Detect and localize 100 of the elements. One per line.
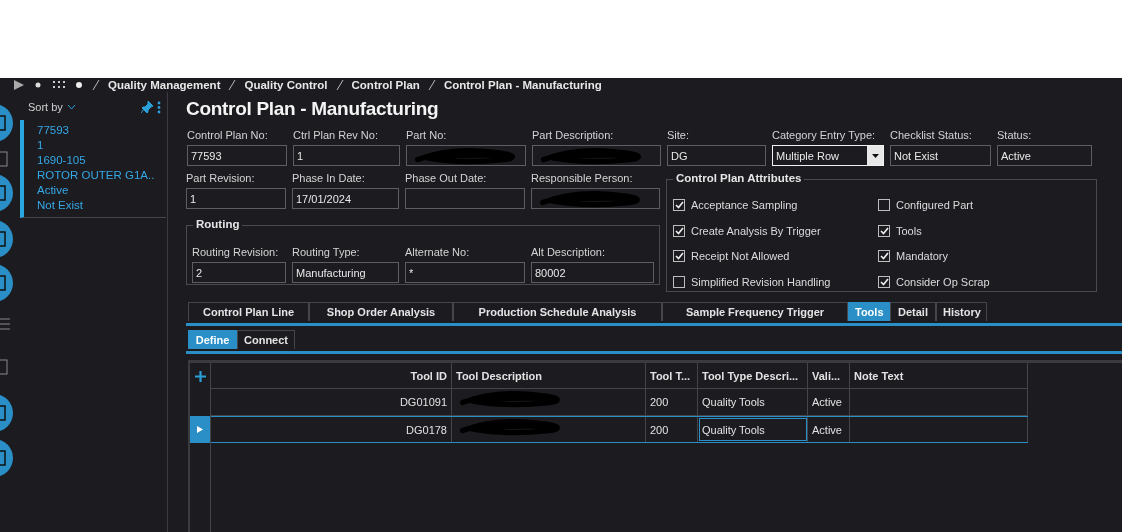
checkbox-label: Mandatory: [896, 250, 948, 262]
column-header[interactable]: Vali...: [808, 363, 850, 388]
field-label: Category Entry Type:: [772, 129, 877, 142]
input-field[interactable]: *: [405, 262, 525, 283]
field-label: Control Plan No:: [187, 129, 269, 142]
checkbox[interactable]: [673, 275, 685, 288]
field-label: Phase In Date:: [292, 172, 366, 185]
input-field[interactable]: 77593: [187, 145, 287, 166]
table-cell: DG0178: [211, 417, 452, 442]
field-label: Responsible Person:: [531, 172, 634, 185]
input-field[interactable]: 17/01/2024: [292, 188, 399, 209]
checkbox-label: Simplified Revision Handling: [691, 275, 831, 288]
checkbox[interactable]: [673, 250, 685, 262]
input-field[interactable]: 80002: [531, 262, 654, 283]
dropdown[interactable]: Multiple Row: [772, 145, 884, 166]
tab[interactable]: Control Plan Line: [188, 302, 309, 321]
column-header[interactable]: Tool T...: [646, 363, 698, 388]
breadcrumb-link[interactable]: Quality Management: [108, 79, 221, 91]
checkbox[interactable]: [673, 224, 685, 237]
record-field: 1690-105: [37, 153, 166, 168]
field-label: Ctrl Plan Rev No:: [293, 129, 379, 142]
separator-icon: [92, 79, 100, 91]
checkbox-label: Acceptance Sampling: [691, 199, 798, 211]
field-label: Status:: [997, 129, 1033, 142]
tab[interactable]: Define: [188, 330, 237, 349]
field-label: Routing Revision:: [192, 246, 280, 259]
checkbox[interactable]: [878, 224, 890, 237]
field-label: Alt Description:: [531, 246, 606, 259]
field-label: Site:: [667, 129, 690, 142]
input-field[interactable]: [531, 188, 660, 209]
group-title: Routing: [193, 218, 243, 230]
field-label: Part No:: [406, 129, 448, 142]
field-label: Part Description:: [532, 129, 615, 142]
tab[interactable]: Shop Order Analysis: [309, 302, 453, 321]
record-field: ROTOR OUTER G1A..: [37, 168, 166, 183]
input-field[interactable]: Active: [997, 145, 1092, 166]
dot-icon[interactable]: [74, 81, 84, 89]
record-field: Not Exist: [37, 198, 166, 213]
tab[interactable]: Connect: [237, 330, 295, 349]
column-header[interactable]: Note Text: [850, 363, 1028, 388]
tab[interactable]: History: [936, 302, 987, 321]
separator-icon: [228, 79, 237, 91]
record-field: 77593: [37, 123, 166, 138]
table-cell: Quality Tools: [698, 389, 808, 415]
input-field[interactable]: 1: [186, 188, 286, 209]
column-header[interactable]: Tool Type Descri...: [698, 363, 808, 388]
more-icon[interactable]: [157, 100, 161, 114]
input-field[interactable]: DG: [667, 145, 766, 166]
play-icon[interactable]: [14, 80, 24, 90]
separator-icon: [427, 79, 436, 91]
checkbox-label: Consider Op Scrap: [896, 275, 990, 288]
tab[interactable]: Detail: [890, 302, 936, 321]
chevron-down-icon[interactable]: [66, 104, 76, 110]
checkbox[interactable]: [673, 199, 685, 211]
checkbox-label: Configured Part: [896, 199, 974, 211]
input-field[interactable]: [405, 188, 525, 209]
group-title: Control Plan Attributes: [673, 172, 805, 184]
column-header[interactable]: Tool ID: [211, 363, 452, 388]
input-field[interactable]: [406, 145, 526, 166]
breadcrumb-link[interactable]: Quality Control: [244, 79, 328, 91]
field-label: Part Revision:: [186, 172, 256, 185]
column-header[interactable]: Tool Description: [452, 363, 646, 388]
separator-icon: [335, 79, 344, 91]
field-label: Routing Type:: [292, 246, 361, 259]
checkbox[interactable]: [878, 199, 890, 211]
pin-icon[interactable]: [141, 101, 153, 113]
checkbox-label: Tools: [896, 224, 922, 237]
table-cell: 200: [646, 389, 698, 415]
checkbox[interactable]: [878, 275, 890, 288]
tab[interactable]: Sample Frequency Trigger: [662, 302, 848, 321]
table-cell: Quality Tools: [698, 417, 808, 442]
table-cell: Active: [808, 389, 850, 415]
field-label: Phase Out Date:: [405, 172, 488, 185]
input-field[interactable]: 2: [192, 262, 286, 283]
tab[interactable]: Production Schedule Analysis: [453, 302, 662, 321]
table-cell: DG01091: [211, 389, 452, 415]
checkbox-label: Create Analysis By Trigger: [691, 224, 821, 237]
dropdown-arrow-icon[interactable]: [871, 153, 879, 158]
page-title: Control Plan - Manufacturing: [186, 98, 440, 120]
input-field[interactable]: Manufacturing: [292, 262, 399, 283]
input-field[interactable]: [532, 145, 661, 166]
breadcrumb-link[interactable]: Control Plan: [351, 79, 420, 91]
input-field[interactable]: 1: [293, 145, 400, 166]
checkbox[interactable]: [878, 250, 890, 262]
table-cell: Active: [808, 417, 850, 442]
row-header[interactable]: [190, 416, 210, 443]
checkbox-label: Receipt Not Allowed: [691, 250, 790, 262]
row-pointer-icon: [197, 426, 203, 433]
grid-icon[interactable]: [52, 80, 66, 90]
field-label: Alternate No:: [405, 246, 471, 259]
record-field: 1: [37, 138, 166, 153]
sort-label[interactable]: Sort by: [28, 101, 63, 113]
breadcrumb-link[interactable]: Control Plan - Manufacturing: [443, 79, 602, 91]
field-label: Checklist Status:: [890, 129, 973, 142]
record-card[interactable]: 77593 1 1690-105 ROTOR OUTER G1A.. Active Not Exist: [20, 120, 166, 218]
input-field[interactable]: Not Exist: [890, 145, 991, 166]
add-icon[interactable]: [194, 370, 206, 382]
tab[interactable]: Tools: [848, 302, 890, 321]
record-field: Active: [37, 183, 166, 198]
table-cell: 200: [646, 417, 698, 442]
